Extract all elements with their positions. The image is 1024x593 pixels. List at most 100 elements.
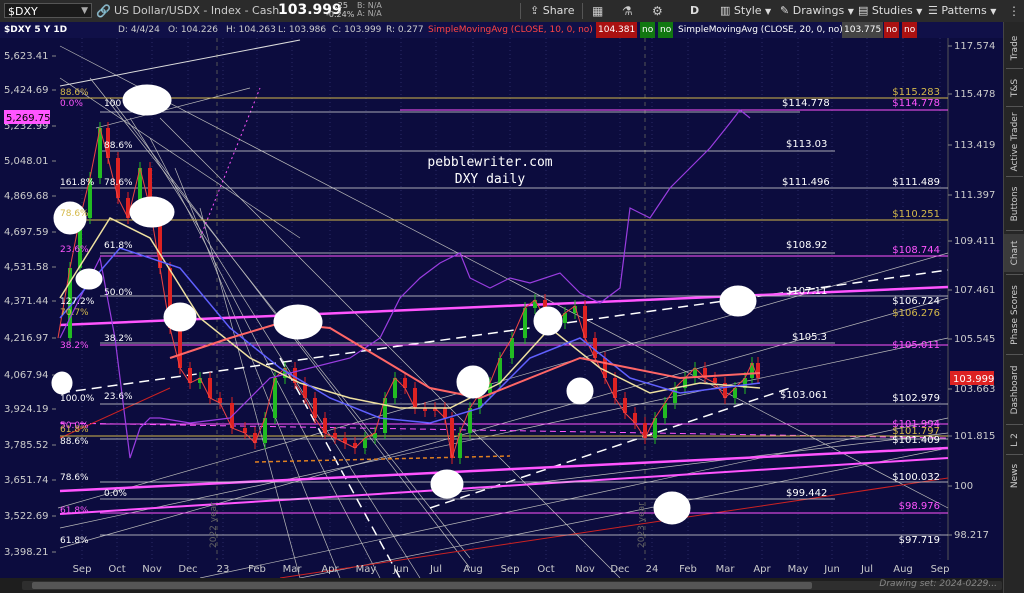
scrollbar-thumb[interactable]: [32, 582, 812, 589]
more-icon[interactable]: ⋮: [1008, 3, 1020, 19]
chart-style-icon: ▥: [720, 4, 731, 17]
change-value: -.25: [332, 1, 348, 10]
lock-icon[interactable]: 🔗: [96, 3, 111, 19]
drawings-button[interactable]: ✎ Drawings ▼: [780, 3, 854, 19]
right-axis-label: 107.461: [954, 285, 995, 296]
sma20-label[interactable]: SimpleMovingAvg (CLOSE, 20, 0, no): [678, 22, 843, 38]
tab-divider: [1006, 454, 1023, 455]
chevron-down-icon: ▼: [916, 7, 923, 16]
right-marker-label: 103.999: [953, 374, 994, 385]
tab-ts[interactable]: T&S: [1004, 72, 1024, 104]
annotation-oval: [75, 268, 103, 290]
time-axis-label: Sep: [501, 564, 520, 575]
studies-button[interactable]: ▤ Studies ▼: [858, 3, 922, 19]
tab-divider: [1006, 274, 1023, 275]
price-level-label: $102.979: [892, 393, 940, 404]
fib-level-label: 161.8%: [60, 178, 95, 188]
patterns-button[interactable]: ☰ Patterns ▼: [928, 3, 996, 19]
right-axis-label: 109.411: [954, 236, 995, 247]
bar-date: D: 4/4/24: [118, 25, 160, 35]
tab-active-trader[interactable]: Active Trader: [1004, 110, 1024, 174]
chevron-down-icon: ▼: [765, 7, 772, 16]
time-axis-label: May: [356, 564, 377, 575]
tab-chart[interactable]: Chart: [1004, 234, 1024, 272]
fib-level-label: 78.6%: [60, 473, 89, 483]
time-axis-label: Oct: [108, 564, 125, 575]
sma20-flag1: no: [884, 22, 900, 38]
fib-level-label: 23.6%: [60, 245, 89, 255]
annotation-oval: [566, 377, 594, 405]
left-axis-label: 3,924.19: [4, 404, 49, 415]
sma20-value: 103.775: [842, 22, 884, 38]
fib-level-label: 78.6%: [104, 178, 133, 188]
price-change: -.25 -0.24%: [326, 1, 354, 19]
left-axis-label: 4,371.44: [4, 296, 49, 307]
time-axis-label: Jun: [392, 564, 409, 575]
drawings-label: Drawings: [792, 4, 845, 17]
tab-phase-scores[interactable]: Phase Scores: [1004, 278, 1024, 352]
gear-icon[interactable]: ⚙: [652, 3, 663, 19]
tab-news-label: News: [1009, 463, 1020, 489]
fib-level-label: 0.0%: [104, 489, 127, 499]
top-toolbar: $DXY ▼ 🔗 US Dollar/USDX - Index - Cash 10…: [0, 0, 1024, 23]
annotation-oval: [51, 371, 73, 395]
grid-layout-icon[interactable]: ▦: [592, 3, 603, 19]
flask-icon[interactable]: ⚗: [622, 3, 633, 19]
toolbar-divider: [582, 3, 583, 19]
time-axis-label: Feb: [679, 564, 697, 575]
sma10-label[interactable]: SimpleMovingAvg (CLOSE, 10, 0, no): [428, 22, 593, 38]
year-tag: 2023 year: [637, 502, 647, 548]
bar-range: R: 0.277: [386, 25, 424, 35]
price-level-label: $107.11: [786, 286, 827, 297]
time-axis-label: Jul: [860, 564, 873, 575]
fib-level-label: 127.2%: [60, 297, 95, 307]
price-level-label: $97.719: [899, 535, 940, 546]
time-axis-label: Nov: [575, 564, 595, 575]
fib-level-label: 88.6%: [60, 437, 89, 447]
time-axis-label: Dec: [610, 564, 629, 575]
price-level-label-gold: $110.251: [892, 209, 940, 220]
price-level-label: $114.778: [782, 98, 830, 109]
period-button[interactable]: D: [690, 3, 699, 19]
watermark-title: pebblewriter.com: [427, 155, 552, 170]
right-axis-label: 100: [954, 481, 973, 492]
price-level-label-pink: $114.778: [892, 98, 940, 109]
price-level-label-gold: $106.276: [892, 308, 940, 319]
style-button[interactable]: ▥ Style ▼: [720, 3, 771, 19]
price-level-label-gold: $101.797: [892, 426, 940, 437]
patterns-icon: ☰: [928, 4, 938, 17]
moving-averages: [59, 109, 761, 459]
time-axis-label: Apr: [753, 564, 771, 575]
share-button[interactable]: ⇪ Share: [530, 3, 574, 19]
price-candles: [57, 122, 760, 464]
pencil-icon: ✎: [780, 4, 790, 17]
tab-level2-label: L 2: [1009, 433, 1020, 447]
tab-trade[interactable]: Trade: [1004, 30, 1024, 66]
time-axis-label: Mar: [716, 564, 736, 575]
trend-line: [59, 77, 301, 239]
price-level-label: $111.496: [782, 177, 830, 188]
tab-buttons[interactable]: Buttons: [1004, 180, 1024, 228]
tab-dashboard[interactable]: Dashboard: [1004, 358, 1024, 422]
bottom-bar: Drawing set: 2024-0229...: [0, 578, 1003, 593]
drawing-set-label: Drawing set: 2024-0229...: [879, 579, 997, 589]
annotation-oval: [719, 285, 757, 317]
fib-level-label: 100: [104, 99, 121, 109]
time-axis-label: Aug: [463, 564, 483, 575]
symbol-description: US Dollar/USDX - Index - Cash: [114, 4, 280, 17]
symbol-selector[interactable]: $DXY ▼: [4, 3, 92, 18]
time-axis-label: Mar: [283, 564, 303, 575]
symbol-text: $DXY: [8, 5, 38, 18]
time-axis-label: Aug: [893, 564, 913, 575]
annotation-oval: [122, 84, 172, 116]
price-chart[interactable]: 5,623.415,424.695,232.995,048.014,869.68…: [0, 38, 1003, 578]
tab-news[interactable]: News: [1004, 458, 1024, 494]
fib-level-label: 0.0%: [60, 99, 83, 109]
price-level-label: $106.724: [892, 296, 940, 307]
price-level-label: $108.92: [786, 240, 827, 251]
pink-trend-line: [59, 457, 949, 515]
chart-scrollbar[interactable]: [22, 581, 1002, 590]
tab-level2[interactable]: L 2: [1004, 428, 1024, 452]
left-axis-label: 4,531.58: [4, 262, 49, 273]
left-axis-label: 3,398.21: [4, 547, 49, 558]
